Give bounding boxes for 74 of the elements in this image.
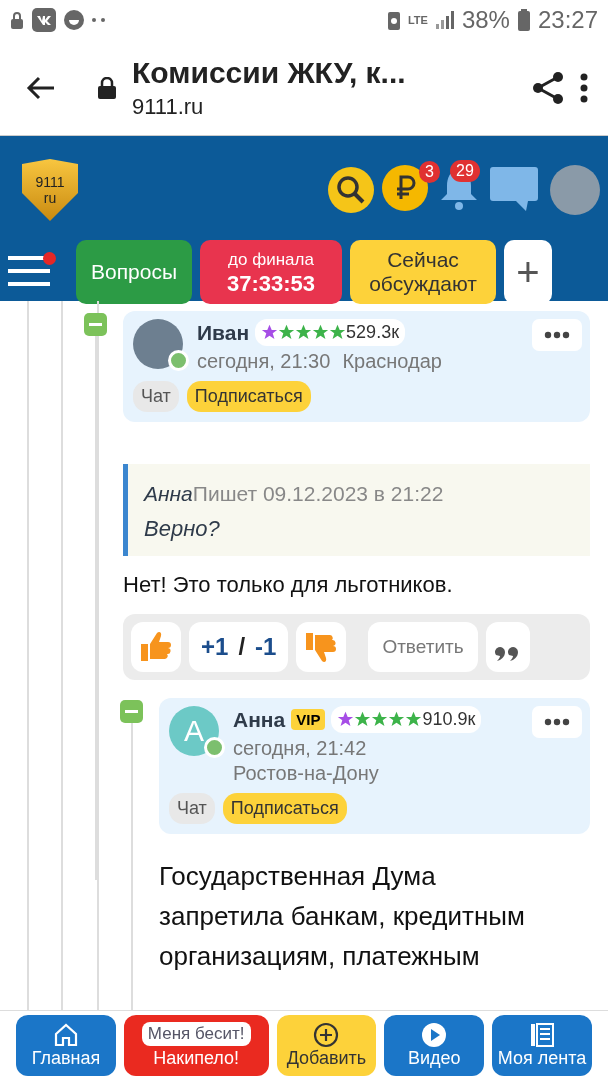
search-icon[interactable] — [328, 167, 374, 213]
comment-text: Нет! Это только для льготников. — [123, 572, 454, 598]
chat-bubble-icon[interactable] — [490, 167, 538, 213]
quote-text: Верно? — [144, 516, 221, 542]
battery-icon — [517, 9, 530, 31]
share-icon[interactable] — [532, 70, 564, 105]
star-icon — [371, 711, 389, 728]
user-avatar[interactable] — [550, 165, 600, 215]
add-nav-button[interactable]: Добавить — [276, 1015, 377, 1076]
signal-icon — [435, 11, 454, 29]
star-icon — [329, 324, 347, 341]
subscribe-button[interactable]: Подписаться — [222, 793, 347, 824]
star-icon — [354, 711, 372, 728]
lock-icon — [98, 76, 116, 99]
vote-count: +1 / -1 — [189, 622, 289, 672]
more-menu-icon[interactable] — [580, 72, 588, 103]
network-type: LTE — [407, 14, 428, 26]
subscribe-button[interactable]: Подписаться — [186, 381, 311, 412]
collapse-toggle[interactable] — [84, 313, 107, 336]
video-nav-button[interactable]: Видео — [384, 1015, 485, 1076]
reply-button[interactable]: Ответить — [368, 622, 478, 672]
page-url: 9111.ru — [132, 93, 205, 120]
lock-icon — [10, 11, 24, 29]
feed-nav-button[interactable]: Моя лента — [492, 1015, 592, 1076]
home-nav-button[interactable]: Главная — [16, 1015, 116, 1076]
page-title: Комиссии ЖКУ, к... — [132, 55, 407, 90]
star-icon — [278, 324, 296, 341]
rank-star-icon — [261, 324, 279, 341]
newspaper-icon — [529, 1022, 556, 1048]
wallet-badge: 3 — [419, 161, 440, 183]
quote-author: Анна — [144, 482, 193, 505]
notification-badge: 29 — [450, 160, 480, 182]
author-city: Ростов-на-Дону — [233, 762, 380, 785]
vip-badge: VIP — [291, 709, 326, 730]
clock: 23:27 — [537, 6, 598, 34]
angry-nav-button[interactable]: Меня бесит! Накипело! — [123, 1015, 269, 1076]
nav-button[interactable]: Сейчас обсуждают — [350, 240, 496, 304]
more-options-icon[interactable] — [532, 319, 582, 351]
comment-date: сегодня, 21:42 — [233, 737, 368, 760]
rank-star-icon — [337, 711, 355, 728]
chat-button[interactable]: Чат — [169, 793, 215, 824]
nav-button[interactable]: Вопросы — [76, 240, 192, 304]
plus-circle-icon — [313, 1022, 340, 1048]
home-icon — [52, 1022, 79, 1048]
author-name[interactable]: Иван — [197, 320, 250, 345]
site-logo[interactable]: 9111 ru — [22, 159, 78, 221]
add-button[interactable]: + — [504, 240, 552, 304]
quote-meta: Пишет 09.12.2023 в 21:22 — [192, 482, 444, 505]
chat-button[interactable]: Чат — [133, 381, 179, 412]
countdown-button[interactable]: до финала 37:33:53 — [200, 240, 342, 304]
quote-icon[interactable] — [485, 622, 530, 672]
collapse-toggle[interactable] — [120, 700, 143, 723]
comment-text: Государственная Дума запретила банкам, кредитным организациям, платежным — [159, 860, 526, 973]
smiley-icon — [64, 10, 84, 30]
comment-date: сегодня, 21:30 — [197, 350, 331, 373]
more-dots-icon — [92, 18, 106, 22]
play-icon — [421, 1022, 448, 1048]
back-arrow-icon[interactable] — [26, 75, 56, 100]
author-name[interactable]: Анна — [233, 707, 286, 732]
thumbs-up-icon[interactable] — [131, 622, 181, 672]
avatar-photo — [133, 319, 183, 369]
star-icon — [312, 324, 330, 341]
star-icon — [295, 324, 313, 341]
thumbs-down-icon[interactable] — [296, 622, 347, 672]
avatar: А — [169, 706, 219, 756]
star-icon — [405, 711, 423, 728]
author-city: Краснодар — [342, 350, 442, 373]
more-options-icon[interactable] — [532, 706, 582, 738]
vk-icon — [32, 8, 56, 32]
rating-value: 529.3к — [346, 322, 399, 343]
battery-percent: 38% — [461, 6, 510, 34]
star-icon — [388, 711, 406, 728]
rating-value: 910.9к — [422, 709, 476, 730]
battery-saver-icon — [387, 10, 400, 30]
